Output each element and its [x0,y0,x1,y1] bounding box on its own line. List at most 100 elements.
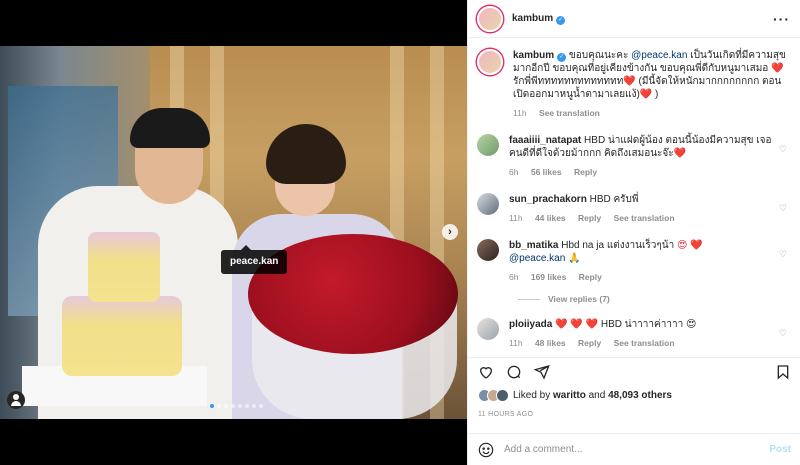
verified-icon: ✓ [556,15,566,25]
post-time[interactable]: 11 HOURS AGO [478,411,533,418]
comment-emoji: 😍 ❤️ [677,240,703,251]
emoji-icon[interactable] [478,442,494,458]
comment-time[interactable]: 11h [509,213,523,223]
heart-icon[interactable]: ♡ [779,203,787,225]
see-translation-link[interactable]: See translation [539,108,600,118]
comment-emoji: 🙏 [568,253,581,264]
carousel-dot [259,404,263,408]
woman-hair [266,124,346,184]
heart-icon[interactable]: ♡ [779,328,787,350]
comment: bb_matika Hbd na ja แต่งงานเร็วๆน้า 😍 ❤️… [477,239,787,284]
bookmark-icon[interactable] [775,364,791,380]
likes-middle: and [588,390,606,401]
see-translation-link[interactable]: See translation [614,338,675,348]
comment-likes[interactable]: 169 likes [531,272,566,282]
likes-count[interactable]: 48,093 others [608,390,672,401]
add-comment-bar: Post [468,433,800,465]
comment-time[interactable]: 11h [509,338,523,348]
post-author[interactable]: kambum ✓ [512,13,566,25]
carousel-dot [224,404,228,408]
reply-button[interactable]: Reply [579,272,602,282]
carousel-dot [217,404,221,408]
comment-time[interactable]: 6h [509,167,518,177]
caption-time[interactable]: 11h [513,108,527,118]
comment-text: Hbd na ja แต่งงานเร็วๆน้า [561,240,675,251]
carousel-dot [245,404,249,408]
view-replies-button[interactable]: View replies (7) [518,294,787,304]
comment-body: faaaiiii_natapat HBD น่าแฝดผู้น้อง ตอนนี… [509,134,773,179]
post-photo[interactable] [0,46,467,419]
avatar[interactable] [477,239,499,261]
carousel-dot [231,404,235,408]
avatar[interactable] [477,134,499,156]
heart-emoji: ❤️ [623,76,636,87]
comment-time[interactable]: 6h [509,272,518,282]
post-side-panel: kambum ✓ ··· kambum ✓ ขอบคุณนะคะ @peace.ka… [467,0,800,465]
comment-meta: 6h 56 likes Reply [509,166,773,179]
carousel-dots [210,404,263,408]
comment-mention[interactable]: @peace.kan [509,253,565,264]
reply-button[interactable]: Reply [574,167,597,177]
avatar[interactable] [477,5,503,32]
comment-body: ploiiyada ❤️ ❤️ ❤️ HBD น่าาาาค่าาาา 😍 11… [509,318,773,350]
comment-likes[interactable]: 44 likes [535,213,566,223]
likes-prefix: Liked by [513,390,551,401]
more-options-icon[interactable]: ··· [773,11,790,27]
avatar [496,389,509,402]
comment-meta: 6h 169 likes Reply [509,271,773,284]
caption: kambum ✓ ขอบคุณนะคะ @peace.kan เป็นวันเกิ… [477,49,787,120]
instagram-post-modal: peace.kan › kambum ✓ ··· kambum ✓ ขอบคุณ… [0,0,800,465]
avatar[interactable] [477,193,499,215]
carousel-dot [210,404,214,408]
comment-emoji: 😍 [685,319,697,330]
comment-meta: 11h 48 likes Reply See translation [509,337,773,350]
comment-emoji: ❤️ ❤️ ❤️ [555,319,599,330]
post-header: kambum ✓ ··· [468,0,800,38]
caption-username[interactable]: kambum [513,50,554,61]
likes-text: Liked by waritto and 48,093 others [513,390,672,401]
man-hair [130,108,210,148]
post-actions [468,357,800,385]
carousel-dot [252,404,256,408]
comment-input[interactable] [504,444,770,455]
post-comment-button[interactable]: Post [769,444,791,455]
tagged-users-icon[interactable] [7,391,25,409]
share-icon[interactable] [534,364,550,380]
comment-icon[interactable] [506,364,522,380]
cake-top-tier [88,232,160,302]
avatar[interactable] [477,49,503,75]
caption-meta: 11h See translation [513,107,787,120]
caption-text: ขอบคุณนะคะ [568,50,632,61]
comment-likes[interactable]: 56 likes [531,167,562,177]
user-tag[interactable]: peace.kan [221,245,288,274]
view-replies-label[interactable]: View replies (7) [548,294,610,304]
caption-text: รักพี่พีททททททททททททท [513,76,624,87]
cake-bottom-tier [62,296,182,376]
likes-summary[interactable]: Liked by waritto and 48,093 others [478,389,672,402]
comment-meta: 11h 44 likes Reply See translation [509,212,773,225]
caption-mention[interactable]: @peace.kan [631,50,687,61]
divider [518,298,540,300]
reply-button[interactable]: Reply [578,338,601,348]
photo-pane: peace.kan › [0,0,467,465]
comment-username[interactable]: ploiiyada [509,319,552,330]
comment-likes[interactable]: 48 likes [535,338,566,348]
chevron-right-icon[interactable]: › [442,224,458,240]
see-translation-link[interactable]: See translation [614,213,675,223]
comment: faaaiiii_natapat HBD น่าแฝดผู้น้อง ตอนนี… [477,134,787,179]
caption-body: kambum ✓ ขอบคุณนะคะ @peace.kan เป็นวันเกิ… [513,49,787,120]
comment-body: bb_matika Hbd na ja แต่งงานเร็วๆน้า 😍 ❤️… [509,239,773,284]
heart-icon[interactable]: ♡ [779,249,787,284]
heart-icon[interactable] [478,364,494,380]
heart-icon[interactable]: ♡ [779,144,787,179]
verified-icon: ✓ [557,53,567,62]
comment: sun_prachakorn HBD ครับพี่ 11h 44 likes … [477,193,787,225]
comment-username[interactable]: bb_matika [509,240,558,251]
comment-username[interactable]: sun_prachakorn [509,194,587,205]
heart-emoji: ❤️ [639,89,653,100]
avatar[interactable] [477,318,499,340]
reply-button[interactable]: Reply [578,213,601,223]
liked-by-user[interactable]: waritto [553,390,586,401]
post-author-name[interactable]: kambum [512,13,553,24]
comment-username[interactable]: faaaiiii_natapat [509,135,581,146]
